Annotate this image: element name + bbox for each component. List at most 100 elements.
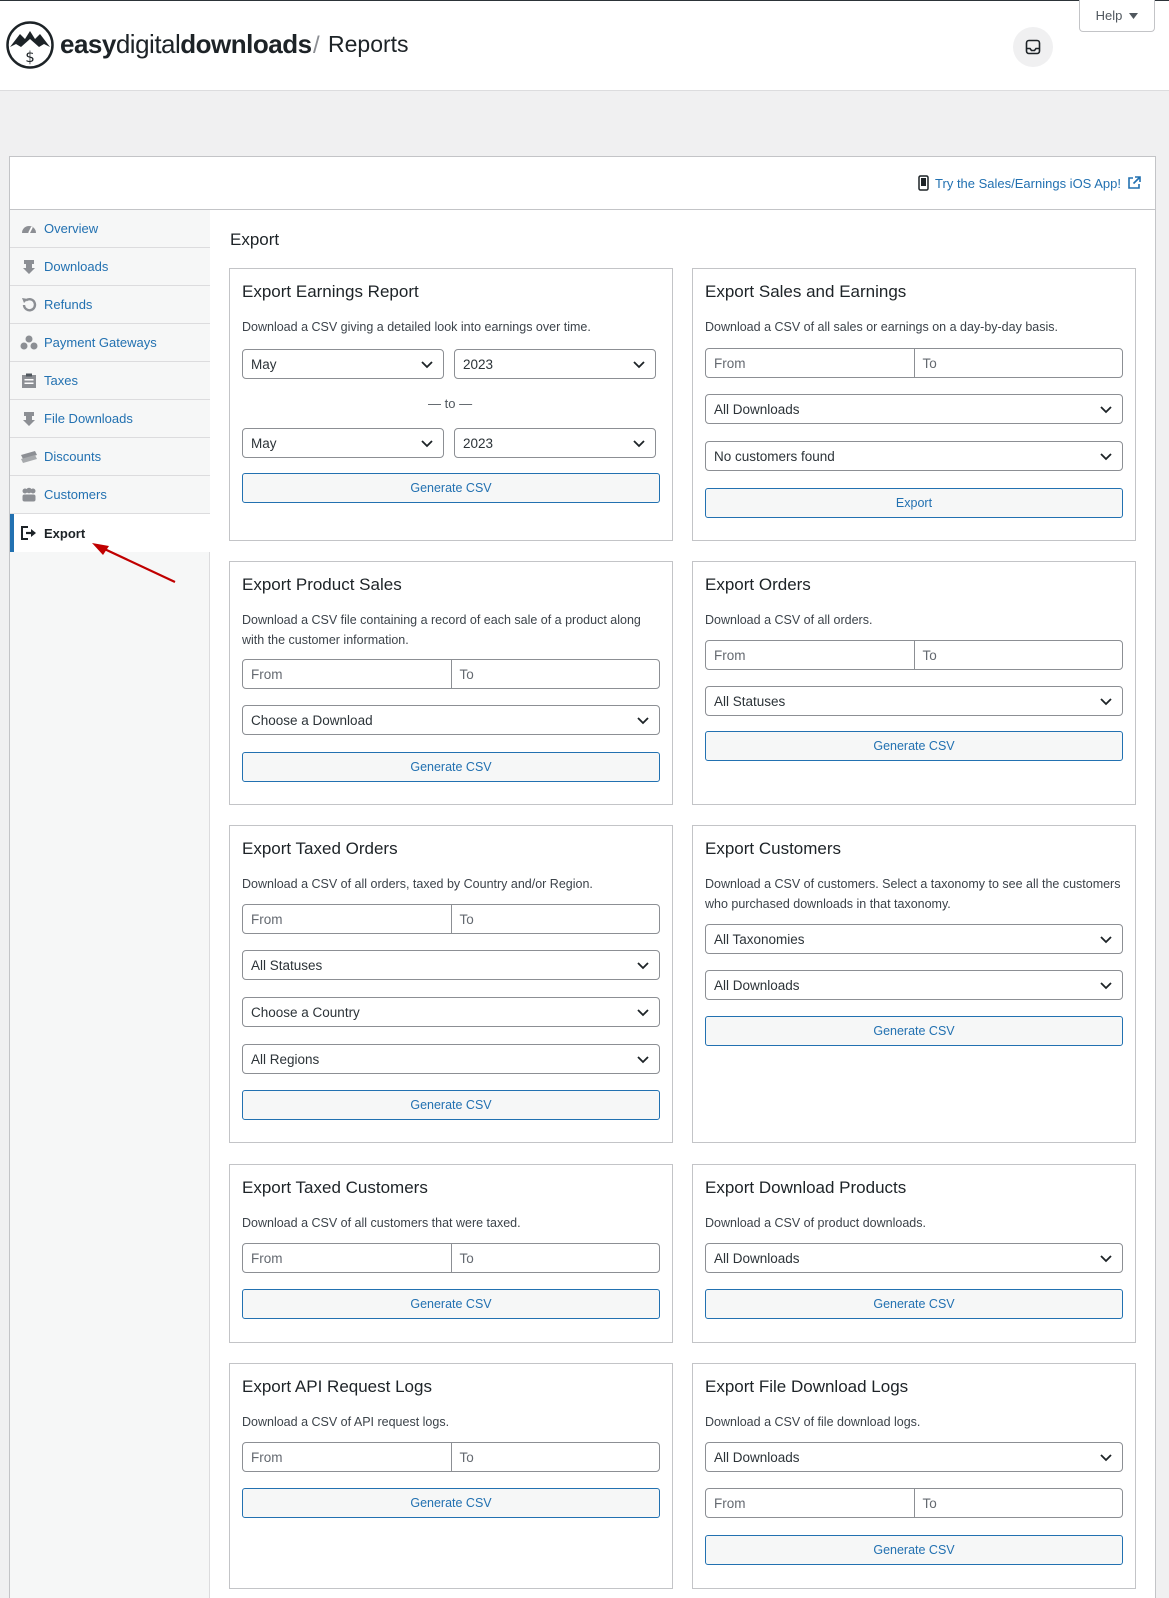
- help-label: Help: [1095, 8, 1123, 23]
- edd-logo-icon: $: [6, 21, 54, 69]
- chevron-down-icon: [421, 361, 433, 369]
- svg-text:$: $: [25, 48, 35, 66]
- chevron-down-icon: [637, 717, 649, 725]
- sidebar-item-taxes[interactable]: Taxes: [10, 362, 210, 400]
- generate-csv-button[interactable]: Generate CSV: [705, 731, 1123, 761]
- inbox-button[interactable]: [1013, 27, 1053, 67]
- from-date-input[interactable]: From: [243, 660, 451, 688]
- to-date-input[interactable]: To: [913, 641, 1123, 669]
- generate-csv-button[interactable]: Generate CSV: [705, 1535, 1123, 1565]
- annotation-arrow-icon: [92, 543, 176, 583]
- date-range: From To: [705, 640, 1123, 670]
- inbox-icon: [1025, 39, 1041, 55]
- to-date-input[interactable]: To: [913, 1489, 1123, 1517]
- end-year-select[interactable]: 2023: [454, 428, 656, 458]
- date-range: From To: [705, 1488, 1123, 1518]
- card-description: Download a CSV of product downloads.: [705, 1216, 926, 1230]
- card-description: Download a CSV of customers. Select a ta…: [705, 877, 1121, 911]
- card-title: Export Product Sales: [242, 575, 402, 594]
- generate-csv-button[interactable]: Generate CSV: [242, 473, 660, 503]
- to-date-input[interactable]: To: [450, 905, 660, 933]
- status-select[interactable]: All Statuses: [705, 686, 1123, 716]
- dashboard-icon: [20, 220, 38, 238]
- generate-csv-button[interactable]: Generate CSV: [705, 1016, 1123, 1046]
- sidebar-item-file-downloads[interactable]: File Downloads: [10, 400, 210, 438]
- sidebar-item-label: Downloads: [44, 259, 109, 274]
- to-date-input[interactable]: To: [913, 349, 1123, 377]
- from-date-input[interactable]: From: [243, 1443, 451, 1471]
- select-value: Choose a Country: [251, 1004, 360, 1020]
- from-date-input[interactable]: From: [706, 641, 914, 669]
- select-value: 2023: [463, 435, 494, 451]
- start-month-select[interactable]: May: [242, 349, 444, 379]
- sidebar-item-customers[interactable]: Customers: [10, 476, 210, 514]
- select-value: 2023: [463, 356, 494, 372]
- from-date-input[interactable]: From: [706, 1489, 914, 1517]
- help-button[interactable]: Help: [1079, 0, 1155, 32]
- from-date-input[interactable]: From: [706, 349, 914, 377]
- start-year-select[interactable]: 2023: [454, 349, 656, 379]
- sidebar-item-label: Discounts: [44, 449, 102, 464]
- chevron-down-icon: [1100, 698, 1112, 706]
- from-date-input[interactable]: From: [243, 905, 451, 933]
- brand-name: easydigitaldownloads: [60, 29, 312, 59]
- card-title: Export API Request Logs: [242, 1377, 432, 1396]
- downloads-select[interactable]: All Downloads: [705, 394, 1123, 424]
- groups-icon: [20, 334, 38, 352]
- top-bar: $ easydigitaldownloads / Reports Help: [0, 0, 1169, 91]
- generate-csv-button[interactable]: Generate CSV: [705, 1289, 1123, 1319]
- select-value: May: [251, 356, 277, 372]
- card-title: Export Orders: [705, 575, 811, 594]
- reports-sidebar: Overview Downloads Refunds Payment Gatew…: [10, 210, 210, 1598]
- to-date-input[interactable]: To: [450, 1443, 660, 1471]
- card-title: Export Taxed Customers: [242, 1178, 428, 1197]
- card-title: Export Customers: [705, 839, 842, 858]
- to-date-input[interactable]: To: [450, 1244, 660, 1272]
- downloads-select[interactable]: All Downloads: [705, 1243, 1123, 1273]
- sidebar-item-payment-gateways[interactable]: Payment Gateways: [10, 324, 210, 362]
- sidebar-item-discounts[interactable]: Discounts: [10, 438, 210, 476]
- export-icon: [20, 524, 38, 542]
- status-select[interactable]: All Statuses: [242, 950, 660, 980]
- end-month-select[interactable]: May: [242, 428, 444, 458]
- card-description: Download a CSV of file download logs.: [705, 1415, 921, 1429]
- section-title: Export: [230, 230, 280, 249]
- select-value: All Downloads: [714, 401, 800, 417]
- export-button[interactable]: Export: [705, 488, 1123, 518]
- generate-csv-button[interactable]: Generate CSV: [242, 752, 660, 782]
- region-select[interactable]: All Regions: [242, 1044, 660, 1074]
- downloads-select[interactable]: All Downloads: [705, 1442, 1123, 1472]
- sidebar-item-downloads[interactable]: Downloads: [10, 248, 210, 286]
- card-export-sales-earnings: Export Sales and Earnings Download a CSV…: [692, 268, 1136, 541]
- sidebar-item-refunds[interactable]: Refunds: [10, 286, 210, 324]
- chevron-down-icon: [637, 1009, 649, 1017]
- generate-csv-button[interactable]: Generate CSV: [242, 1289, 660, 1319]
- smartphone-icon: [918, 175, 929, 191]
- card-export-customers: Export Customers Download a CSV of custo…: [692, 825, 1136, 1143]
- chevron-down-icon: [633, 440, 645, 448]
- select-value: All Regions: [251, 1051, 320, 1067]
- date-range: From To: [705, 348, 1123, 378]
- from-date-input[interactable]: From: [243, 1244, 451, 1272]
- page-title: Reports: [328, 31, 409, 57]
- select-value: All Statuses: [714, 693, 786, 709]
- undo-icon: [20, 296, 38, 314]
- sidebar-item-overview[interactable]: Overview: [10, 210, 210, 248]
- download-select[interactable]: Choose a Download: [242, 705, 660, 735]
- card-export-orders: Export Orders Download a CSV of all orde…: [692, 561, 1136, 805]
- chevron-down-icon: [633, 361, 645, 369]
- date-range: From To: [242, 659, 660, 689]
- chevron-down-icon: [421, 440, 433, 448]
- to-date-input[interactable]: To: [450, 660, 660, 688]
- taxonomy-select[interactable]: All Taxonomies: [705, 924, 1123, 954]
- ios-app-link[interactable]: Try the Sales/Earnings iOS App!: [918, 175, 1141, 191]
- generate-csv-button[interactable]: Generate CSV: [242, 1488, 660, 1518]
- card-export-earnings: Export Earnings Report Download a CSV gi…: [229, 268, 673, 541]
- downloads-select[interactable]: All Downloads: [705, 970, 1123, 1000]
- generate-csv-button[interactable]: Generate CSV: [242, 1090, 660, 1120]
- select-value: No customers found: [714, 448, 835, 464]
- customers-select[interactable]: No customers found: [705, 441, 1123, 471]
- card-export-file-download-logs: Export File Download Logs Download a CSV…: [692, 1363, 1136, 1589]
- country-select[interactable]: Choose a Country: [242, 997, 660, 1027]
- select-value: All Downloads: [714, 1250, 800, 1266]
